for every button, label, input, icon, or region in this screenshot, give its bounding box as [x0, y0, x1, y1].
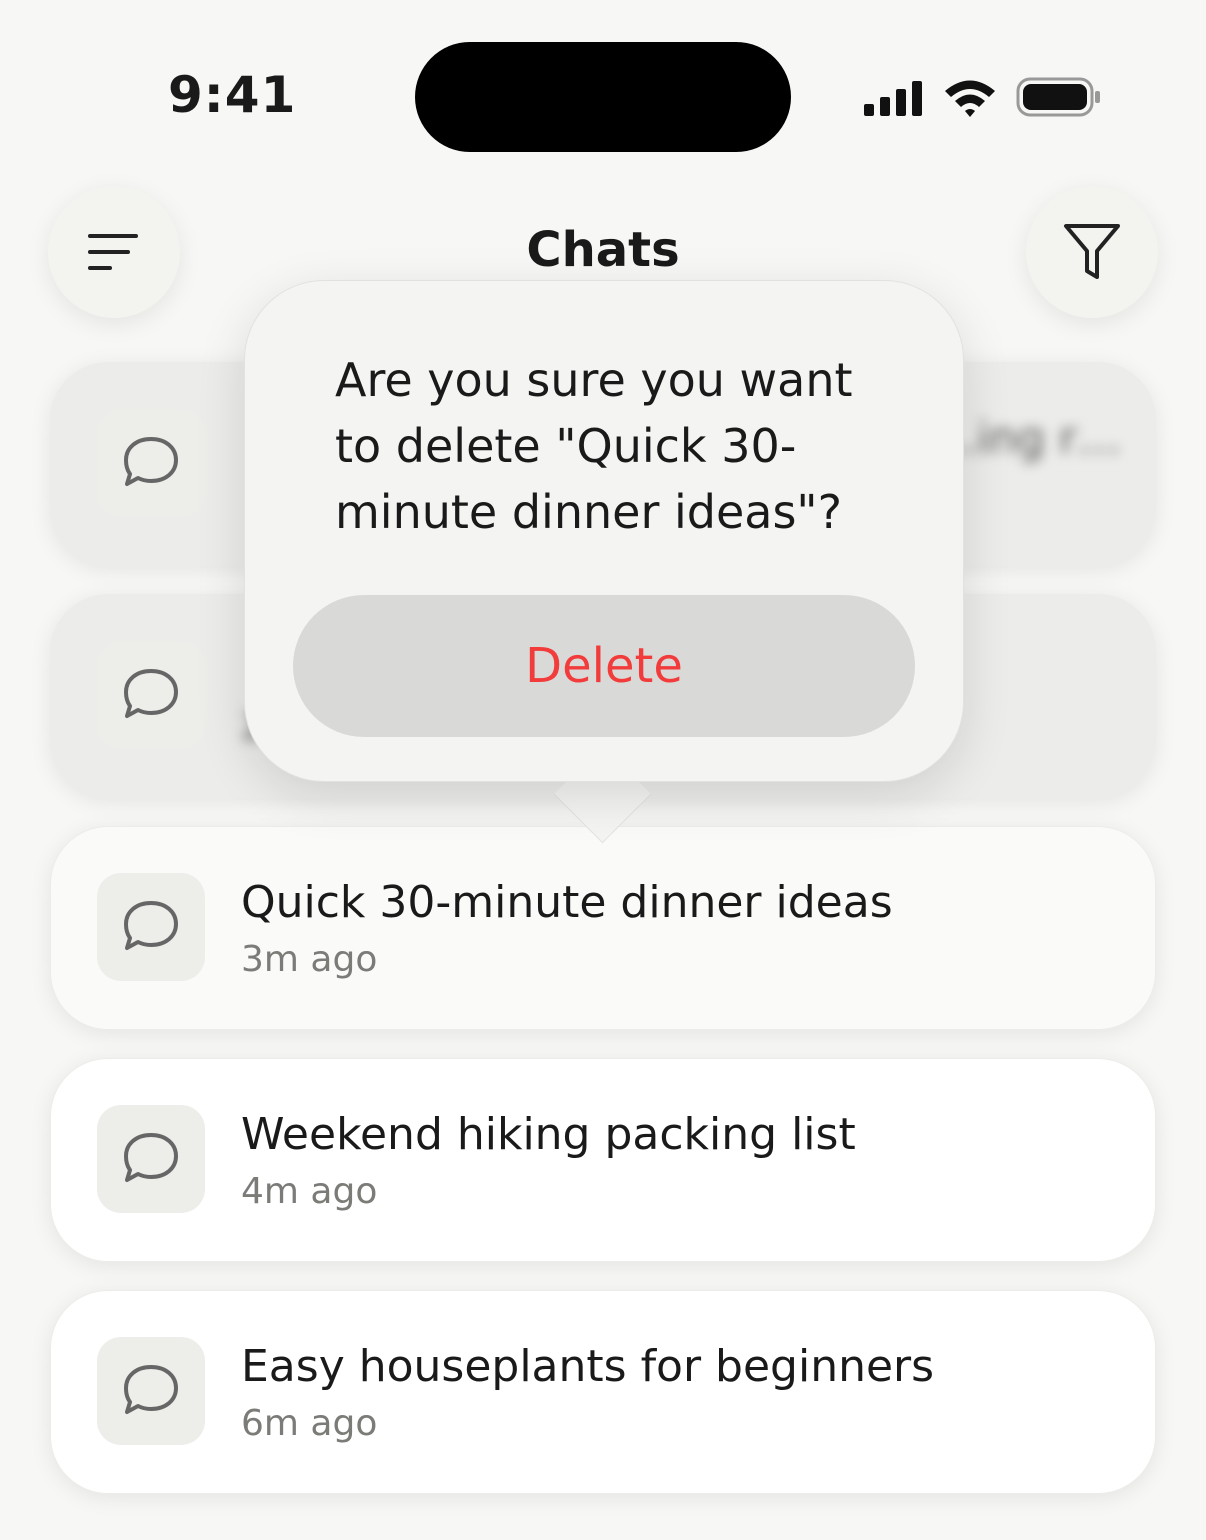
- filter-button[interactable]: [1026, 186, 1158, 318]
- chat-title: Weekend hiking packing list: [241, 1109, 856, 1160]
- chat-time: 6m ago: [241, 1403, 378, 1444]
- filter-icon: [1064, 224, 1120, 279]
- chat-bubble-icon: [124, 901, 178, 950]
- chat-bubble-icon: [124, 1365, 178, 1414]
- dynamic-island: [415, 42, 791, 152]
- chat-icon-container: [97, 641, 205, 749]
- chat-list-item[interactable]: Quick 30-minute dinner ideas 3m ago: [50, 826, 1156, 1030]
- chat-time: 3m ago: [241, 939, 378, 980]
- battery-icon: [1016, 77, 1100, 117]
- delete-button[interactable]: Delete: [293, 595, 915, 737]
- cellular-signal-icon: [864, 81, 922, 116]
- chat-bubble-icon: [124, 669, 178, 718]
- chat-title: Quick 30-minute dinner ideas: [241, 877, 893, 928]
- chat-icon-container: [97, 409, 205, 517]
- confirmation-message: Are you sure you want to delete "Quick 3…: [335, 353, 853, 539]
- chat-bubble-icon: [124, 1133, 178, 1182]
- chat-time: 4m ago: [241, 1171, 378, 1212]
- delete-confirmation-popover: Are you sure you want to delete "Quick 3…: [244, 280, 964, 782]
- chat-title: Easy houseplants for beginners: [241, 1341, 935, 1392]
- wifi-icon: [945, 80, 995, 117]
- chat-bubble-icon: [124, 437, 178, 486]
- chat-icon-container: [97, 1337, 205, 1445]
- chat-list-item[interactable]: Easy houseplants for beginners 6m ago: [50, 1290, 1156, 1494]
- status-time: 9:41: [168, 66, 297, 124]
- chat-icon-container: [97, 1105, 205, 1213]
- chat-icon-container: [97, 873, 205, 981]
- status-bar: 9:41: [0, 0, 1206, 170]
- chat-list-item[interactable]: Weekend hiking packing list 4m ago: [50, 1058, 1156, 1262]
